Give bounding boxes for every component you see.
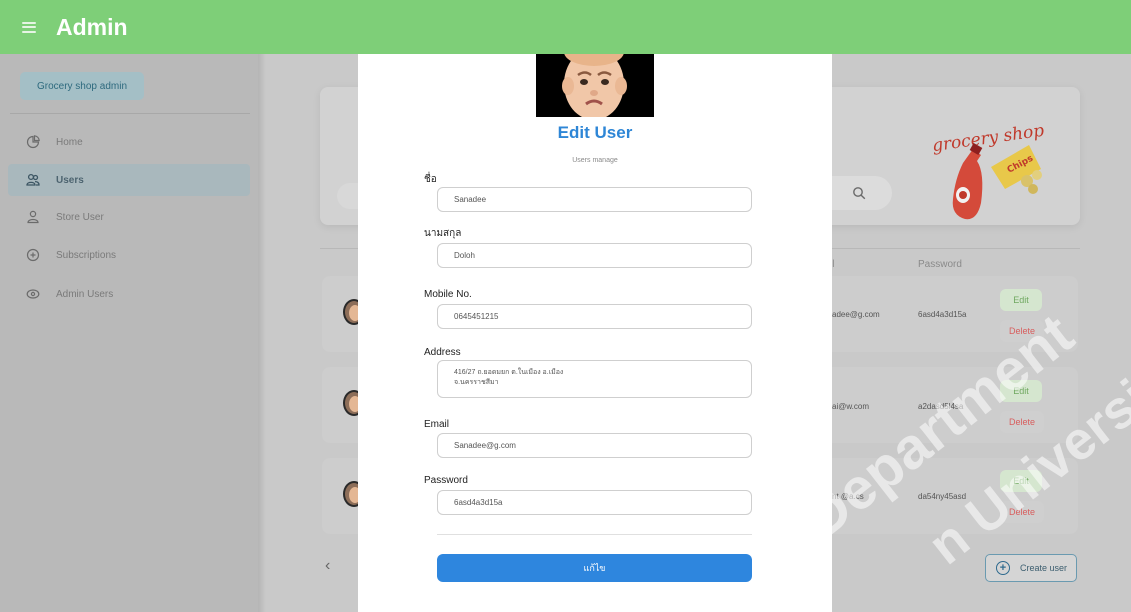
row-password: da54ny45asd [918,492,967,501]
search-icon [852,187,865,200]
shop-name-badge[interactable]: Grocery shop admin [20,72,144,100]
modal-subtitle: Users manage [572,157,618,164]
email-label: Email [424,419,450,430]
create-user-button[interactable]: + Create user [985,554,1077,582]
save-button[interactable]: แก้ไข [437,554,752,582]
pie-chart-icon [26,135,40,149]
row-email: ai@w.com [832,402,870,411]
plus-circle-icon: + [996,561,1010,575]
delete-button[interactable]: Delete [1000,501,1044,523]
row-password: a2dasd5l4sa [918,402,964,411]
mobile-label: Mobile No. [424,289,472,300]
email-field[interactable] [437,433,752,458]
edit-button[interactable]: Edit [1000,380,1042,402]
row-email: nt @a.cs [832,492,864,501]
mobile-field[interactable] [437,304,752,329]
app-title: Admin [56,13,128,40]
sidebar-divider [10,113,250,114]
edit-button[interactable]: Edit [1000,289,1042,311]
plus-circle-icon [26,248,40,262]
sidebar-item-label: Home [56,136,83,148]
sidebar-item-label: Store User [56,211,104,223]
sidebar-item-home[interactable]: Home [8,126,250,158]
sidebar-shadow [258,54,266,612]
delete-button[interactable]: Delete [1000,411,1044,433]
sidebar-item-label: Users [56,174,84,186]
grocery-shop-logo: grocery shop Chips [931,121,1045,220]
search-button[interactable] [825,176,892,210]
sidebar-item-label: Admin Users [56,288,114,300]
modal-divider [437,534,752,535]
eye-icon [26,289,40,299]
edit-button[interactable]: Edit [1000,470,1042,492]
sidebar-item-store-user[interactable]: Store User [8,201,250,233]
last-name-label: นามสกุล [424,228,462,239]
password-field[interactable] [437,490,752,515]
create-user-label: Create user [1020,563,1068,573]
row-email: adee@g.com [832,310,880,319]
first-name-label: ชื่อ [424,174,437,185]
sidebar-item-admin-users[interactable]: Admin Users [8,278,250,310]
address-label: Address [424,347,461,358]
top-app-bar: Admin [0,0,1131,54]
modal-title: Edit User [557,123,633,142]
delete-button[interactable]: Delete [1000,320,1044,342]
first-name-field[interactable] [437,187,752,212]
edit-user-modal: Edit User Users manage ชื่อ นามสกุล Mobi… [358,54,832,612]
user-photo [536,54,654,117]
column-header-password: Password [918,259,962,270]
address-field[interactable]: 416/27 ถ.ยอดมยก ต.ในเมือง อ.เมือง จ.นครร… [437,360,752,398]
previous-page-button[interactable]: ‹ [325,557,330,575]
users-icon [26,173,40,186]
row-password: 6asd4a3d15a [918,310,967,319]
sidebar-item-label: Subscriptions [56,249,117,261]
user-icon [27,210,39,224]
hamburger-menu-icon[interactable] [22,21,36,33]
last-name-field[interactable] [437,243,752,268]
sidebar-item-users[interactable]: Users [8,164,250,196]
password-label: Password [424,475,468,486]
sidebar-item-subscriptions[interactable]: Subscriptions [8,239,250,271]
